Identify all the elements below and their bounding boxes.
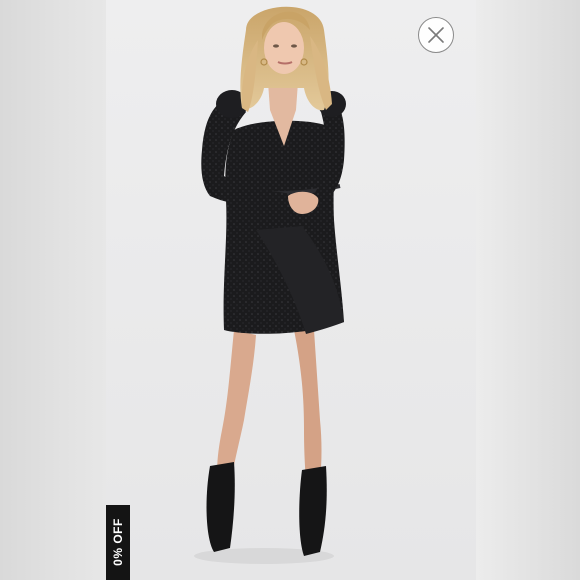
discount-badge-label: 0% OFF bbox=[111, 518, 125, 566]
blurred-backdrop-left bbox=[0, 0, 106, 580]
discount-badge: 0% OFF bbox=[106, 505, 130, 580]
image-viewer: 0% OFF bbox=[0, 0, 580, 580]
close-button[interactable] bbox=[418, 17, 454, 53]
product-photo[interactable] bbox=[106, 0, 476, 580]
model-wearing-black-wrap-mini-dress-icon bbox=[106, 0, 476, 580]
blurred-backdrop-right bbox=[476, 0, 580, 580]
close-icon bbox=[428, 27, 444, 43]
